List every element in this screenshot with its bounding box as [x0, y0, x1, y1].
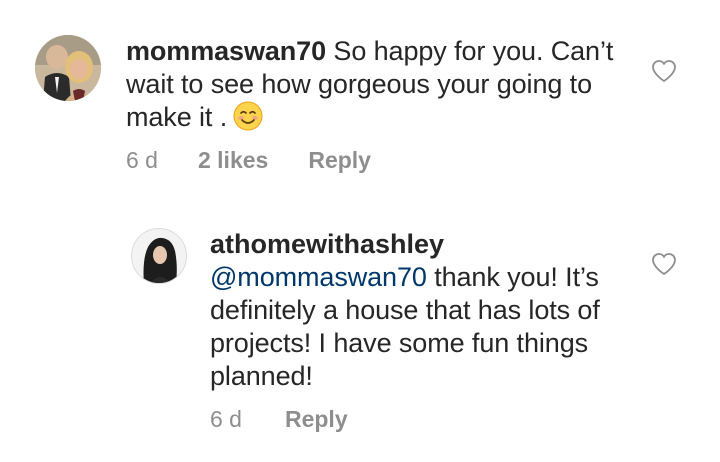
likes-count-button[interactable]: 2 likes: [198, 146, 268, 174]
avatar-photo: [35, 35, 101, 101]
comment-body: mommaswan70 So happy for you. Can’t wait…: [126, 35, 646, 174]
comment-text: @mommaswan70 thank you! It’s definitely …: [210, 261, 640, 393]
avatar[interactable]: [131, 228, 187, 284]
mention-link[interactable]: @mommaswan70: [210, 262, 427, 292]
comment-body: athomewithashley @mommaswan70 thank you!…: [210, 228, 640, 433]
comment-time: 6 d: [210, 406, 242, 432]
reply-button[interactable]: Reply: [285, 405, 348, 433]
comment-meta: 6 d 2 likes Reply: [126, 146, 646, 174]
comment-username[interactable]: athomewithashley: [210, 228, 640, 261]
smiling-face-icon: [233, 101, 263, 131]
reply-button[interactable]: Reply: [308, 146, 371, 174]
heart-icon[interactable]: [651, 59, 677, 83]
avatar[interactable]: [35, 35, 101, 101]
comment-time: 6 d: [126, 147, 158, 173]
comment-text: mommaswan70 So happy for you. Can’t wait…: [126, 35, 646, 134]
heart-icon[interactable]: [651, 252, 677, 276]
comment-username[interactable]: mommaswan70: [126, 36, 326, 66]
comment-meta: 6 d Reply: [210, 405, 640, 433]
avatar-photo: [132, 229, 186, 283]
